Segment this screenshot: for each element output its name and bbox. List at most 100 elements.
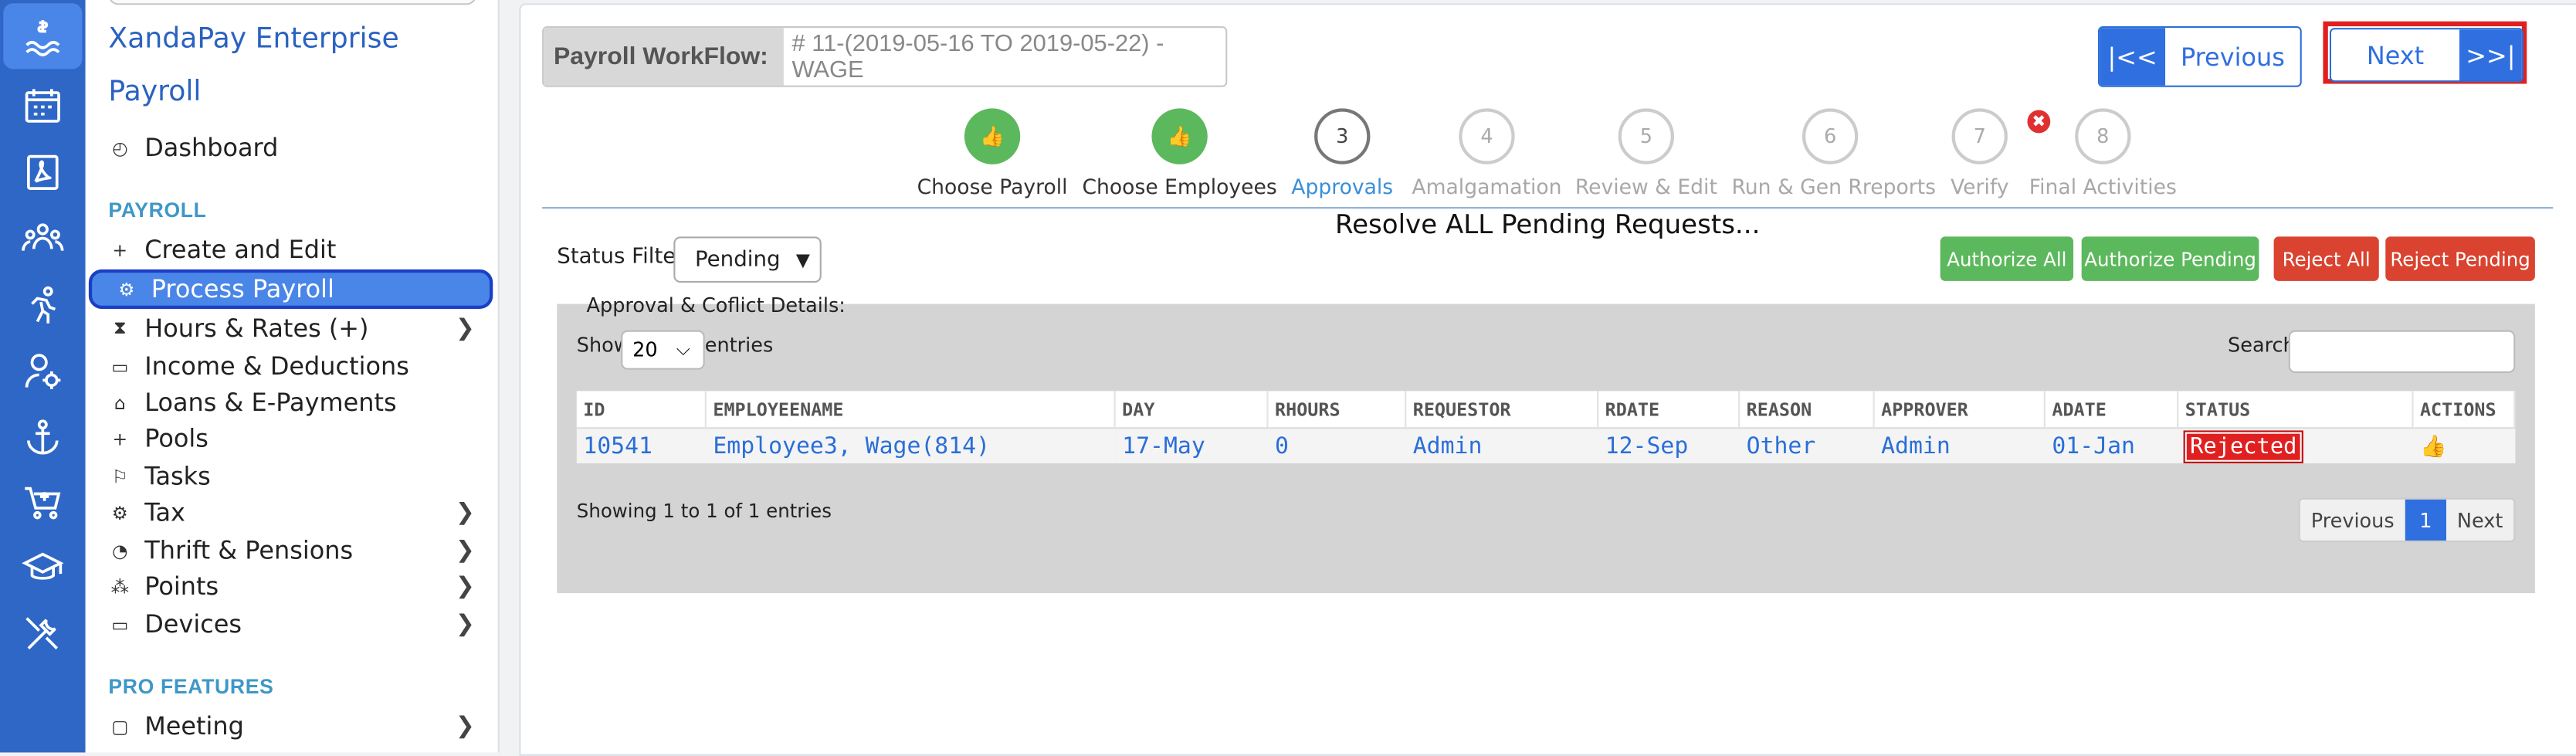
sidebar-item-hours-rates[interactable]: ⧗ Hours & Rates (+) ❯ [86,310,498,347]
col-approver[interactable]: APPROVER [1873,391,2046,429]
last-button[interactable]: >>| [2459,29,2522,81]
tools-icon[interactable] [0,602,86,667]
step-review-edit[interactable]: 5 Review & Edit [1547,108,1744,198]
step-label: Choose Payroll [917,174,1068,199]
sidebar-item-label: Hours & Rates (+) [144,314,369,344]
entries-label: entries [704,333,774,357]
section-pro-features: PRO FEATURES [108,675,274,699]
showing-info: Showing 1 to 1 of 1 entries [576,499,832,523]
calendar-icon[interactable] [0,73,86,138]
reject-all-button[interactable]: Reject All [2273,236,2379,281]
nodes-icon: ⚙ [118,278,135,300]
sidebar-item-label: Points [144,571,219,602]
sidebar-item-process-payroll[interactable]: ⚙ Process Payroll [88,269,493,309]
pager-page-1[interactable]: 1 [2405,499,2446,541]
col-reason[interactable]: REASON [1739,391,1875,429]
chevron-right-icon: ❯ [455,713,475,740]
status-badge: Rejected [2183,429,2303,463]
cell-adate: 01-Jan [2044,428,2179,463]
cell-reason: Other [1739,428,1875,463]
sidebar: XandaPay Enterprise Payroll ◴ Dashboard … [85,0,500,753]
sidebar-item-meeting[interactable]: ▢ Meeting ❯ [86,708,498,744]
sidebar-item-label: Process Payroll [151,274,334,304]
page-size-select[interactable]: 20 ⌵ [621,330,705,370]
step-number: 8 [2075,108,2131,164]
col-id[interactable]: ID [576,391,707,429]
sidebar-item-devices[interactable]: ▭ Devices ❯ [86,606,498,642]
step-number: 6 [1802,108,1859,164]
anchor-icon[interactable] [0,404,86,470]
step-number: 7 [1951,108,2008,164]
plus-icon: + [112,428,128,449]
previous-button[interactable]: Previous [2165,28,2300,86]
cart-icon[interactable] [0,470,86,535]
col-requestor[interactable]: REQUESTOR [1405,391,1599,429]
col-rhours[interactable]: RHOURS [1267,391,1407,429]
thumbs-up-icon[interactable]: 👍 [2420,435,2446,459]
sidebar-item-tax[interactable]: ⚙ Tax ❯ [86,494,498,531]
people-icon[interactable] [0,205,86,271]
thumbs-up-icon: 👍 [964,108,1021,164]
sidebar-item-label: Tasks [144,461,211,492]
sidebar-item-label: Dashboard [144,133,279,163]
chevron-right-icon: ❯ [455,315,475,342]
page-size-value: 20 [632,338,658,362]
pdf-icon[interactable] [0,140,86,205]
col-employeename[interactable]: EMPLOYEENAME [705,391,1116,429]
cell-status: Rejected [2178,428,2414,463]
col-rdate[interactable]: RDATE [1598,391,1740,429]
pager-next-button[interactable]: Next [2446,499,2514,541]
sidebar-item-thrift-pensions[interactable]: ◔ Thrift & Pensions ❯ [86,532,498,568]
first-button[interactable]: |<< [2100,28,2166,86]
sidebar-item-income-deductions[interactable]: ▭ Income & Deductions [86,348,498,385]
bank-icon: ⌂ [114,392,126,414]
status-filter-value: Pending [694,247,781,273]
search-input[interactable] [2288,330,2516,373]
col-day[interactable]: DAY [1114,391,1269,429]
workflow-input[interactable]: # 11-(2019-05-16 TO 2019-05-22) - WAGE [784,28,1225,85]
step-label: Review & Edit [1574,174,1717,199]
section-payroll: PAYROLL [108,198,207,222]
dashboard-icon: ◴ [112,137,128,159]
sidebar-item-create-and-edit[interactable]: + Create and Edit [86,232,498,268]
icon-rail [0,0,86,753]
hourglass-icon: ⧗ [114,317,127,339]
sidebar-item-dashboard[interactable]: ◴ Dashboard [86,130,498,166]
cell-id: 10541 [576,428,707,463]
col-status[interactable]: STATUS [2178,391,2414,429]
chevron-right-icon: ❯ [455,611,475,638]
cell-day: 17-May [1114,428,1269,463]
sidebar-item-points[interactable]: ⁂ Points ❯ [86,568,498,605]
step-number: 3 [1314,108,1371,164]
step-final-activities[interactable]: 8 Final Activities [2005,108,2201,198]
graduation-icon[interactable] [0,536,86,602]
page-heading: Resolve ALL Pending Requests... [1334,208,1761,240]
workflow-label: Payroll WorkFlow: [544,28,784,86]
points-icon: ⁂ [110,575,130,598]
sidebar-item-loans[interactable]: ⌂ Loans & E-Payments [86,385,498,421]
chevron-right-icon: ❯ [455,537,475,564]
authorize-pending-button[interactable]: Authorize Pending [2081,236,2259,281]
sidebar-item-label: Create and Edit [144,235,337,265]
step-label: Final Activities [2029,174,2177,199]
sidebar-item-label: Thrift & Pensions [144,535,354,565]
sidebar-search-box[interactable] [108,0,477,5]
step-number: 5 [1618,108,1675,164]
status-filter-select[interactable]: Pending ▼ [673,236,822,283]
next-button[interactable]: Next [2331,29,2460,81]
user-settings-icon[interactable] [0,338,86,404]
flag-icon: ⚐ [111,466,128,487]
workflow-field: Payroll WorkFlow: # 11-(2019-05-16 TO 20… [542,26,1228,87]
sidebar-item-pools[interactable]: + Pools [86,421,498,457]
col-adate[interactable]: ADATE [2044,391,2179,429]
plus-icon: + [112,239,128,261]
reject-pending-button[interactable]: Reject Pending [2385,236,2535,281]
sidebar-item-tasks[interactable]: ⚐ Tasks [86,459,498,495]
runner-icon[interactable] [0,273,86,338]
chat-icon: ▢ [111,715,129,737]
next-nav-group: Next >>| [2329,28,2523,83]
payroll-icon[interactable] [3,3,83,69]
pager-previous-button[interactable]: Previous [2300,499,2405,541]
authorize-all-button[interactable]: Authorize All [1940,236,2074,281]
step-choose-payroll[interactable]: 👍 Choose Payroll [893,108,1090,198]
